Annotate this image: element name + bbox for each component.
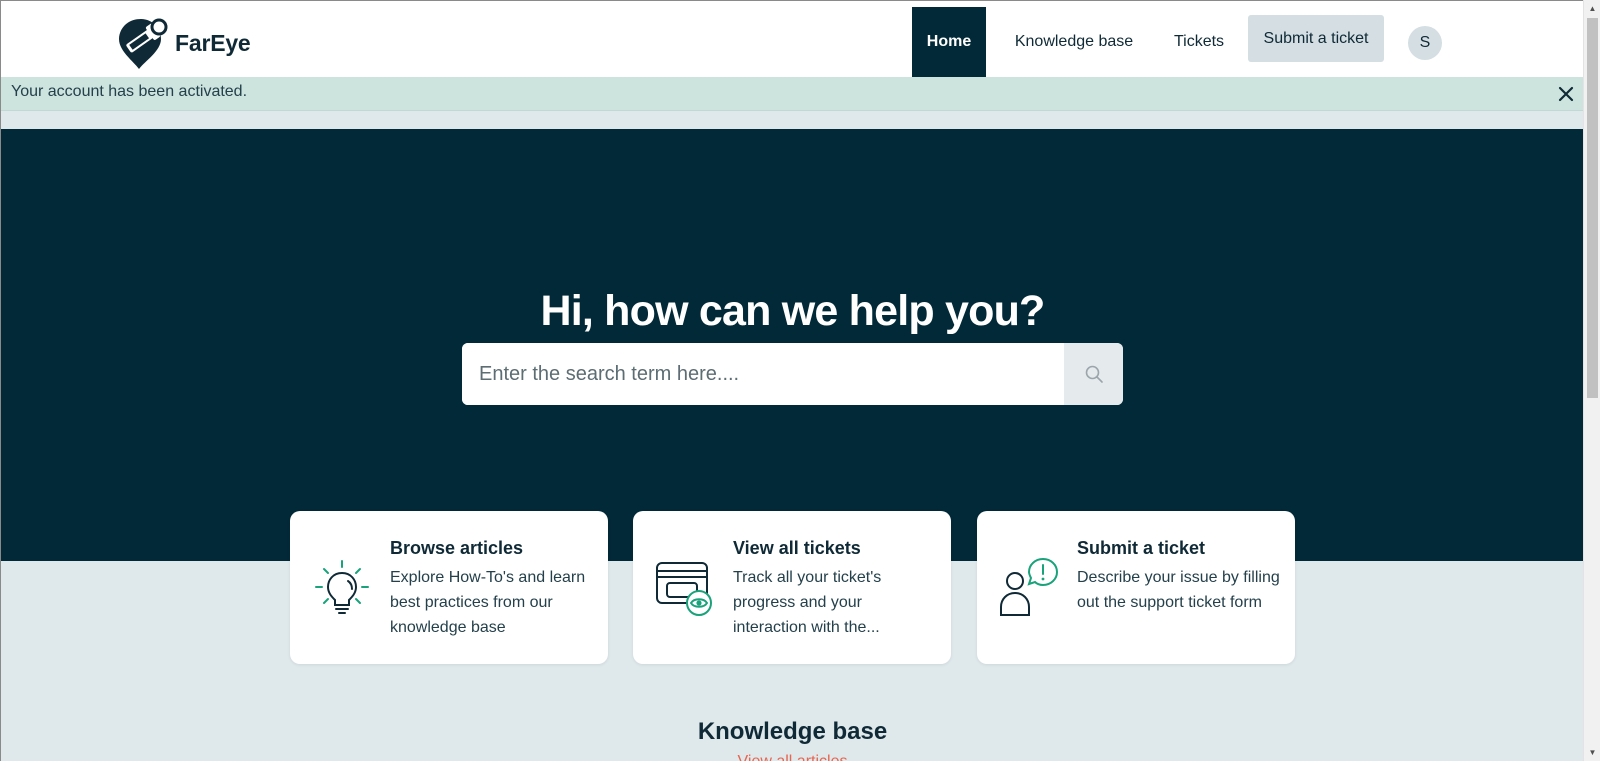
hero-section: Hi, how can we help you?	[1, 129, 1583, 561]
nav-tickets[interactable]: Tickets	[1166, 7, 1232, 77]
card-view-tickets[interactable]: View all tickets Track all your ticket's…	[633, 511, 951, 664]
card-title: View all tickets	[733, 538, 861, 558]
top-header: FarEye Home Knowledge base Tickets Submi…	[1, 1, 1583, 77]
search-input[interactable]	[462, 343, 1064, 405]
notice-text: Your account has been activated.	[11, 83, 248, 100]
nav-home[interactable]: Home	[912, 7, 986, 77]
fareye-logo-icon	[119, 18, 168, 69]
user-alert-icon	[1000, 557, 1059, 616]
card-browse-articles[interactable]: Browse articles Explore How-To's and lea…	[290, 511, 608, 664]
scrollbar-thumb[interactable]	[1587, 18, 1598, 398]
lightbulb-icon	[315, 560, 369, 614]
card-title: Browse articles	[390, 538, 524, 558]
view-all-articles-link[interactable]: View all articles	[1, 753, 1583, 761]
card-description: Describe your issue by filling out the s…	[1077, 569, 1280, 611]
brand-logo[interactable]: FarEye	[115, 15, 251, 71]
brand-name: FarEye	[175, 29, 251, 56]
search-icon	[1085, 365, 1103, 383]
search-box	[462, 343, 1123, 405]
scroll-up-arrow-icon[interactable]: ▲	[1584, 0, 1600, 17]
card-submit-ticket[interactable]: Submit a ticket Describe your issue by f…	[977, 511, 1295, 664]
user-avatar[interactable]: S	[1408, 26, 1442, 60]
page: FarEye Home Knowledge base Tickets Submi…	[0, 0, 1583, 761]
search-button[interactable]	[1064, 343, 1123, 405]
knowledge-base-heading: Knowledge base	[697, 718, 888, 745]
hero-title: Hi, how can we help you?	[540, 287, 1045, 335]
activation-notice: Your account has been activated.	[1, 77, 1583, 111]
submit-ticket-button[interactable]: Submit a ticket	[1248, 15, 1384, 62]
card-description: Track all your ticket's progress and you…	[733, 569, 882, 636]
vertical-scrollbar[interactable]: ▲ ▼	[1583, 0, 1600, 761]
close-icon[interactable]	[1554, 82, 1578, 106]
card-title: Submit a ticket	[1077, 538, 1206, 558]
nav-knowledge-base[interactable]: Knowledge base	[1007, 7, 1141, 77]
tickets-eye-icon	[656, 562, 712, 616]
card-description: Explore How-To's and learn best practice…	[390, 569, 586, 636]
scroll-down-arrow-icon[interactable]: ▼	[1584, 744, 1600, 761]
